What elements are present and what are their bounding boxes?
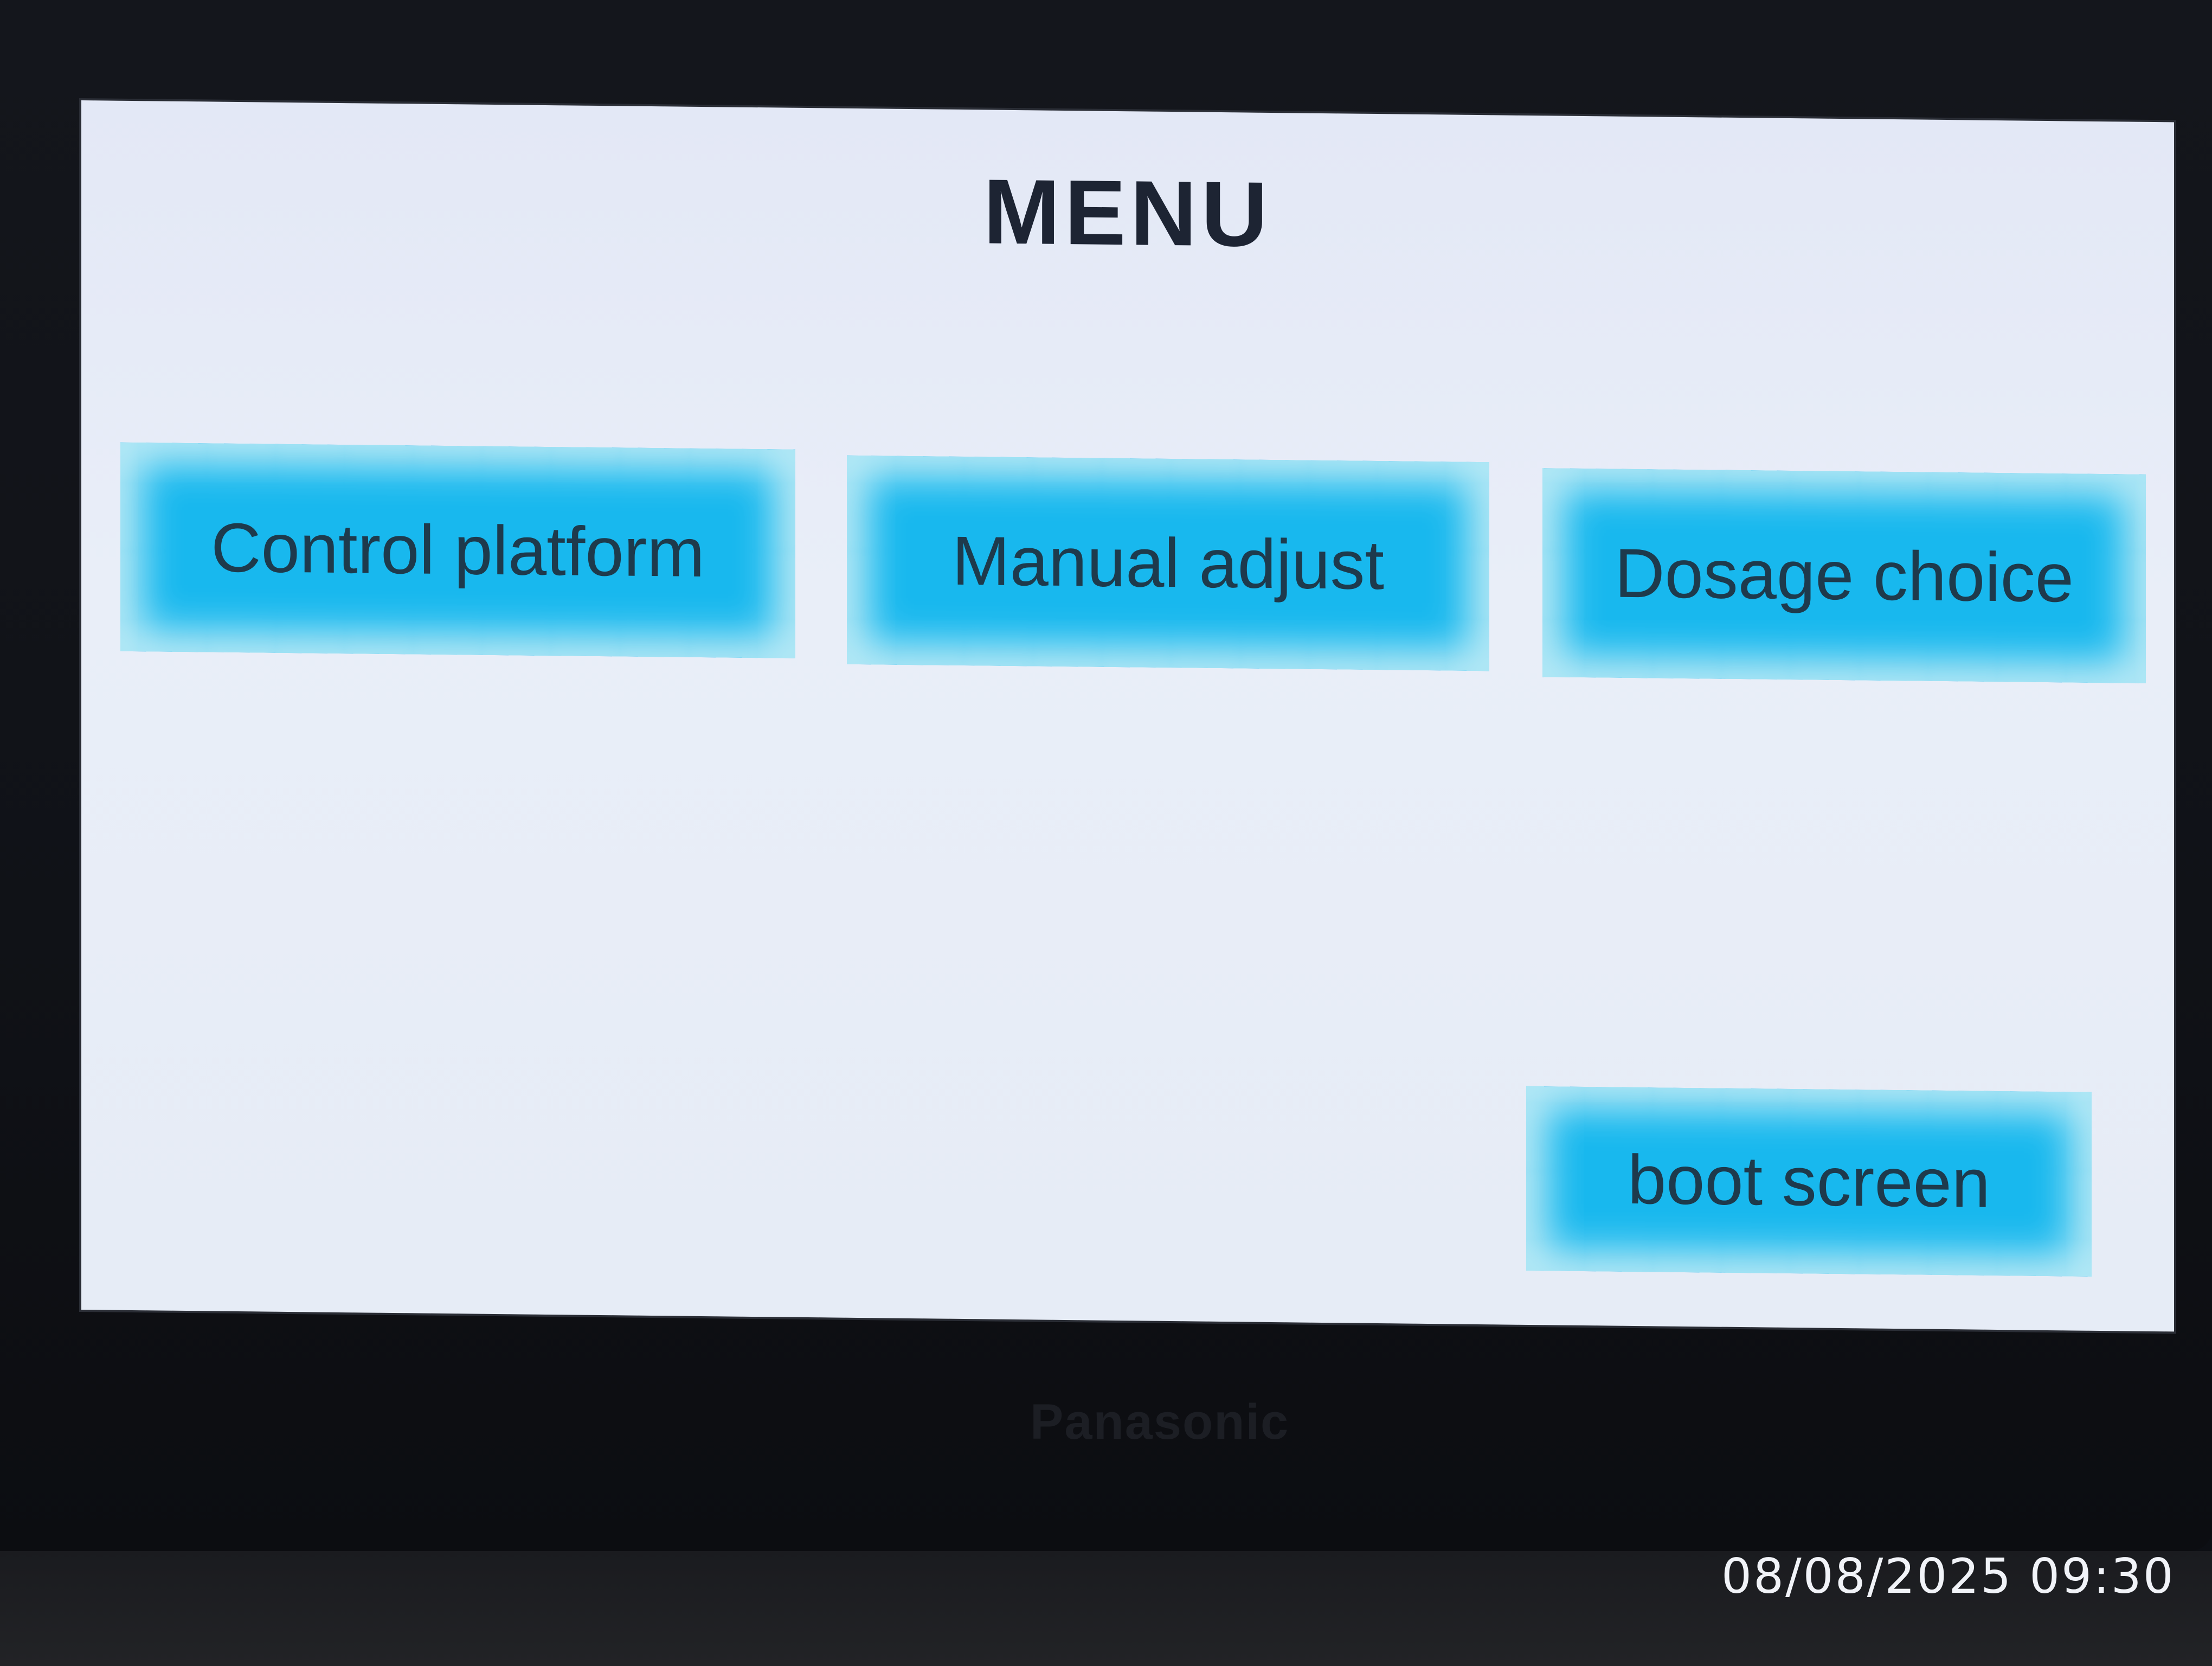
brand-logo: Panasonic bbox=[1030, 1394, 1290, 1450]
boot-screen-label: boot screen bbox=[1628, 1140, 1990, 1222]
boot-screen-button[interactable]: boot screen bbox=[1526, 1086, 2092, 1277]
manual-adjust-button[interactable]: Manual adjust bbox=[847, 455, 1489, 671]
dosage-choice-button[interactable]: Dosage choice bbox=[1542, 468, 2146, 683]
page-title: MENU bbox=[983, 160, 1272, 267]
dosage-choice-label: Dosage choice bbox=[1615, 534, 2074, 617]
hmi-screen: MENU Control platform Manual adjust Dosa… bbox=[81, 100, 2174, 1332]
manual-adjust-label: Manual adjust bbox=[952, 522, 1384, 605]
control-platform-button[interactable]: Control platform bbox=[120, 442, 795, 658]
photo-timestamp: 08/08/2025 09:30 bbox=[1721, 1548, 2175, 1604]
control-platform-label: Control platform bbox=[211, 509, 705, 592]
